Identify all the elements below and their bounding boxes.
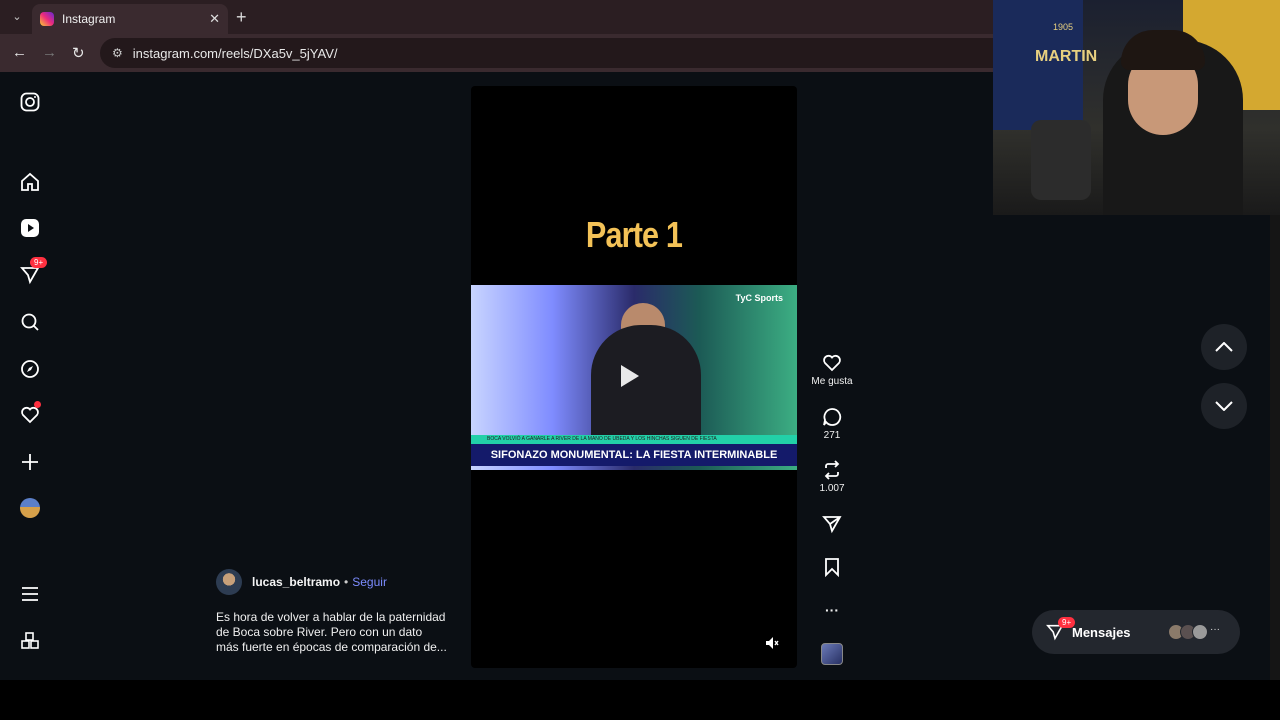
instagram-favicon-icon (40, 12, 54, 26)
sidebar-nav: 9+ (0, 72, 60, 680)
tab-close-icon[interactable]: ✕ (209, 11, 220, 27)
tab-title: Instagram (62, 12, 116, 26)
home-icon[interactable] (18, 170, 42, 194)
heart-icon (806, 352, 858, 374)
reposts-count: 1.007 (819, 483, 845, 494)
search-icon[interactable] (18, 310, 42, 334)
follow-button[interactable]: Seguir (352, 575, 387, 589)
site-info-icon[interactable]: ⚙ (112, 46, 123, 60)
notifications-heart-icon[interactable] (18, 401, 42, 427)
apps-grid-icon[interactable] (18, 629, 42, 653)
channel-logo: TyC Sports (735, 293, 783, 303)
message-avatars: ··· (1168, 624, 1220, 640)
messages-pill-badge: 9+ (1058, 617, 1076, 628)
news-ticker: BOCA VOLVIÓ A GANARLE A RIVER DE LA MANO… (471, 435, 797, 444)
repost-icon (806, 459, 858, 481)
contact-avatar (1192, 624, 1208, 640)
streamer-hair (1121, 30, 1205, 70)
reel-overlay-title: Parte 1 (585, 214, 683, 255)
news-headline: SIFONAZO MONUMENTAL: LA FIESTA INTERMINA… (471, 444, 797, 466)
microphone (1031, 120, 1091, 200)
messenger-icon-small: 9+ (1046, 617, 1076, 641)
reel-author: lucas_beltramo • Seguir (216, 569, 387, 595)
chevron-up-icon (1215, 342, 1233, 352)
more-contacts: ··· (1210, 624, 1220, 635)
messages-pill[interactable]: 9+ Mensajes ··· (1032, 610, 1240, 654)
previous-reel-button[interactable] (1201, 324, 1247, 370)
more-icon: ··· (825, 602, 839, 618)
share-button[interactable] (806, 513, 858, 535)
create-plus-icon[interactable] (18, 450, 42, 474)
more-options-button[interactable]: ··· (806, 600, 858, 618)
video-clip-frame: TyC Sports BOCA VOLVIÓ A GANARLE A RIVER… (471, 285, 797, 470)
profile-avatar[interactable] (18, 496, 42, 520)
bookmark-icon (806, 556, 858, 578)
menu-hamburger-icon[interactable] (18, 582, 42, 606)
like-button[interactable]: Me gusta (806, 352, 858, 387)
jersey-year: 1905 (1053, 22, 1074, 32)
reel-video[interactable]: Parte 1 TyC Sports BOCA VOLVIÓ A GANARLE… (471, 86, 797, 668)
chevron-down-icon (1215, 401, 1233, 411)
reels-icon[interactable] (18, 216, 42, 240)
repost-button[interactable]: 1.007 (806, 459, 858, 494)
presenter-body (591, 325, 701, 445)
reel-caption[interactable]: Es hora de volver a hablar de la paterni… (216, 610, 448, 655)
page-scrollbar[interactable] (1270, 215, 1280, 680)
jersey-name: MARTIN (1035, 48, 1098, 65)
comments-count: 271 (823, 430, 841, 441)
next-reel-button[interactable] (1201, 383, 1247, 429)
save-button[interactable] (806, 556, 858, 578)
back-arrow-icon[interactable]: ← (12, 44, 27, 61)
new-tab-button[interactable]: + (236, 7, 247, 28)
comment-button[interactable]: 271 (806, 406, 858, 441)
like-label: Me gusta (811, 376, 853, 387)
app-root: ⌄ Instagram ✕ + ← → ↻ ⚙ instagram.com/re… (0, 0, 1280, 720)
browser-tab[interactable]: Instagram ✕ (32, 4, 228, 34)
bottom-bar (0, 680, 1280, 720)
forward-arrow-icon[interactable]: → (42, 44, 57, 61)
play-icon[interactable] (621, 365, 639, 387)
author-username[interactable]: lucas_beltramo (252, 575, 340, 589)
messages-badge: 9+ (30, 257, 48, 268)
url-text: instagram.com/reels/DXa5v_5jYAV/ (132, 45, 338, 61)
tab-search-icon[interactable]: ⌄ (8, 8, 26, 26)
messenger-icon[interactable]: 9+ (18, 257, 48, 287)
mute-icon[interactable] (765, 636, 779, 650)
audio-thumbnail[interactable] (821, 643, 843, 665)
author-avatar[interactable] (216, 569, 242, 595)
comment-icon (806, 406, 858, 428)
messages-label: Mensajes (1072, 624, 1131, 640)
reload-icon[interactable]: ↻ (72, 44, 85, 62)
explore-icon[interactable] (18, 357, 42, 381)
send-icon (806, 513, 858, 535)
separator-dot: • (344, 575, 349, 589)
notification-dot (34, 401, 41, 408)
webcam-overlay: 1905 MARTIN (993, 0, 1280, 215)
instagram-logo-icon[interactable] (18, 90, 42, 114)
